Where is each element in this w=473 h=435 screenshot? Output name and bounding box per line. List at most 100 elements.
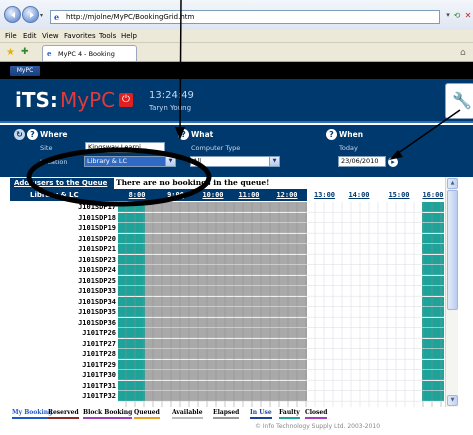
date-next-icon[interactable]: ▸ [388,157,398,167]
location-value: Library & LC [87,157,128,165]
computer-name[interactable]: J101SDP23 [10,255,118,265]
computer-name[interactable]: J101SDP19 [10,223,118,233]
computer-type-select[interactable]: All ▼ [190,156,280,167]
time-slot-header[interactable]: 14:00 [342,189,376,201]
slot-available[interactable] [307,244,422,254]
time-slot-header[interactable]: 10:00 [195,189,231,201]
slot-available[interactable] [307,254,422,265]
time-slot-header[interactable]: 13:00 [307,189,342,201]
slot-available[interactable] [307,286,422,296]
computer-name[interactable]: J101SDP34 [10,297,118,307]
time-slot-header[interactable]: 16:00 [422,189,444,201]
slot-closed [422,254,444,265]
slot-closed [118,296,145,307]
forward-button[interactable] [22,6,39,23]
slot-available[interactable] [307,380,422,391]
menu-edit[interactable]: Edit [23,32,37,40]
slot-closed [422,223,444,233]
slot-available[interactable] [307,307,422,317]
address-bar[interactable]: e http://mjolne/MyPC/BookingGrid.htm [50,10,440,24]
slot-available[interactable] [307,349,422,359]
legend-item: Reserved [48,409,79,419]
scroll-thumb[interactable] [447,190,458,310]
slot-available[interactable] [307,296,422,307]
slot-available[interactable] [307,212,422,223]
location-select[interactable]: Library & LC ▼ [84,156,176,167]
slot-elapsed [145,265,307,275]
computer-name[interactable]: J101SDP20 [10,234,118,244]
time-slot-header[interactable]: 11:00 [231,189,267,201]
menu-help[interactable]: Help [121,32,137,40]
computer-name[interactable]: J101SDP36 [10,318,118,328]
chevron-down-icon[interactable]: ▼ [269,157,279,166]
time-slot-header[interactable]: 15:00 [376,189,422,201]
computer-name[interactable]: J101TP26 [10,328,118,338]
slot-closed [118,275,145,286]
refresh-icon[interactable]: ⟲ [452,11,462,23]
what-heading: What [191,130,214,139]
refresh-filter-icon[interactable]: ↻ [14,129,25,140]
menu-favorites[interactable]: Favorites [64,32,96,40]
computer-name[interactable]: J101TP28 [10,349,118,359]
menu-file[interactable]: File [5,32,17,40]
table-row: J101SDP36 [10,317,444,328]
power-icon[interactable]: ⏻ [119,93,133,107]
slot-available[interactable] [307,328,422,338]
slot-elapsed [145,223,307,233]
computer-name[interactable]: J101TP31 [10,381,118,391]
history-dropdown-icon[interactable]: ▾ [40,12,49,21]
slot-elapsed [145,338,307,349]
stop-icon[interactable]: ✕ [463,11,473,23]
computer-name[interactable]: J101TP27 [10,339,118,349]
slot-available[interactable] [307,223,422,233]
slot-elapsed [145,370,307,380]
time-slot-header[interactable]: 12:00 [267,189,307,201]
slot-available[interactable] [307,391,422,401]
address-text[interactable]: http://mjolne/MyPC/BookingGrid.htm [66,13,194,21]
computer-name[interactable]: J101SDP35 [10,307,118,317]
computer-name[interactable]: J101TP29 [10,360,118,370]
slot-available[interactable] [307,202,422,212]
table-row: J101SDP34 [10,296,444,307]
back-button[interactable] [4,6,21,23]
slot-available[interactable] [307,275,422,286]
chevron-down-icon[interactable]: ▼ [165,157,175,166]
menu-view[interactable]: View [42,32,59,40]
today-label[interactable]: Today [339,144,358,152]
menu-tools[interactable]: Tools [99,32,116,40]
what-help-icon[interactable]: ? [178,129,189,140]
time-slot-header[interactable]: 9:00 [156,189,195,201]
favorites-star-icon[interactable]: ★ [6,47,15,58]
slot-available[interactable] [307,370,422,380]
scroll-down-button[interactable]: ▼ [447,395,458,406]
computer-type-label: Computer Type [191,144,241,152]
tab-ie-icon: e [47,49,52,58]
slot-available[interactable] [307,233,422,244]
computer-name[interactable]: J101SDP17 [10,202,118,212]
computer-name[interactable]: J101SDP21 [10,244,118,254]
computer-name[interactable]: J101SDP25 [10,276,118,286]
computer-name[interactable]: J101TP32 [10,391,118,401]
slot-available[interactable] [307,265,422,275]
computer-name[interactable]: J101SDP18 [10,213,118,223]
slot-available[interactable] [307,338,422,349]
date-input[interactable]: 23/06/2010 [338,156,386,167]
computer-name[interactable]: J101TP30 [10,370,118,380]
slot-closed [422,317,444,328]
home-icon[interactable]: ⌂ [460,48,466,58]
add-favorite-icon[interactable]: ✚ [21,47,29,57]
tab-mypc-booking[interactable]: e MyPC 4 - Booking [42,45,137,61]
scroll-up-button[interactable]: ▲ [447,178,458,189]
when-heading: When [339,130,364,139]
settings-button[interactable]: 🔧 [445,83,473,119]
site-input[interactable]: Kingsway Learni... [85,142,165,153]
computer-name[interactable]: J101SDP33 [10,286,118,296]
slot-available[interactable] [307,317,422,328]
computer-name[interactable]: J101SDP24 [10,265,118,275]
grid-scrollbar[interactable]: ▲ ▼ [445,177,458,407]
when-help-icon[interactable]: ? [326,129,337,140]
time-slot-header[interactable]: 8:00 [118,189,156,201]
slot-available[interactable] [307,359,422,370]
add-to-queue-link[interactable]: Add users to the Queue [10,178,114,189]
where-help-icon[interactable]: ? [27,129,38,140]
